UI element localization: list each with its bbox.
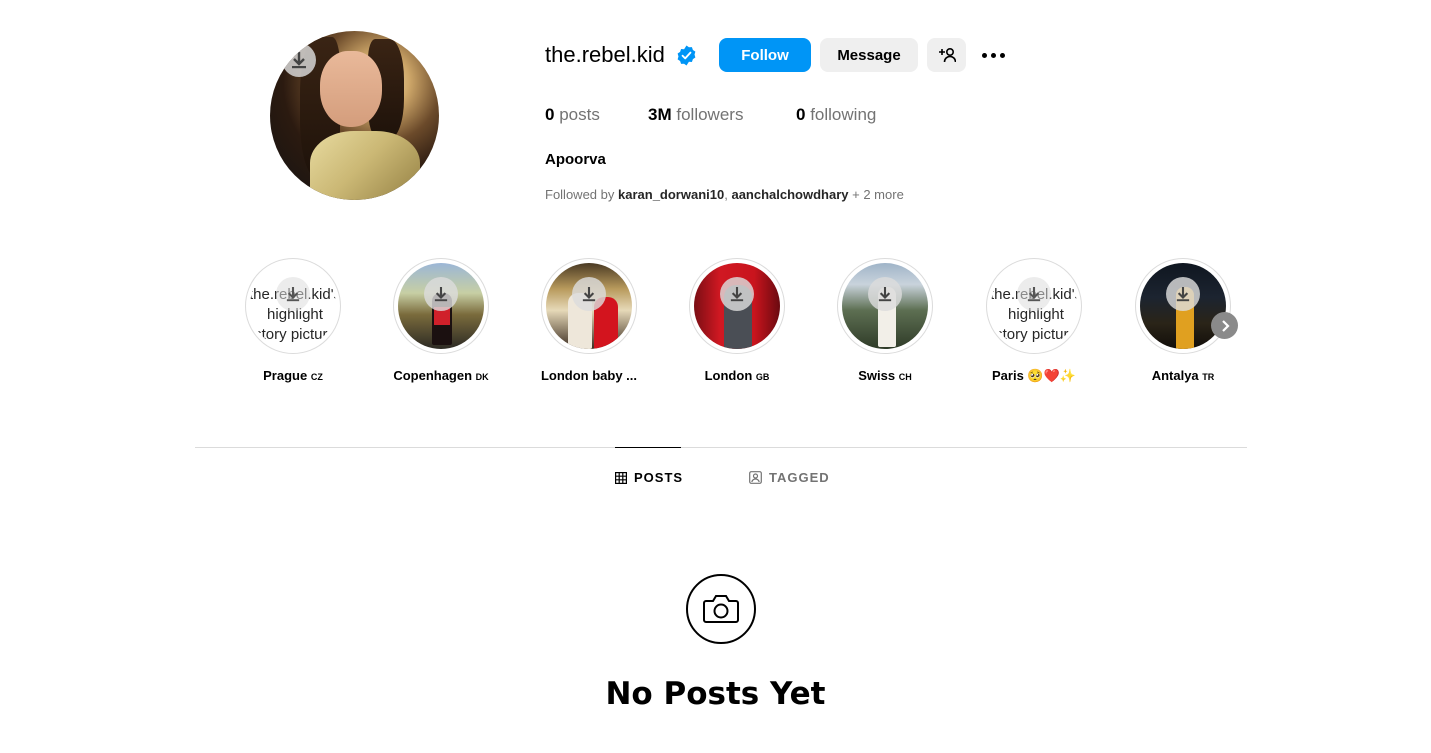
download-icon[interactable] (1017, 277, 1051, 311)
suggest-users-button[interactable] (927, 38, 966, 72)
camera-icon (686, 574, 756, 644)
tagged-icon (749, 471, 762, 484)
profile-avatar[interactable] (270, 31, 439, 200)
download-icon[interactable] (868, 277, 902, 311)
highlights-next-button[interactable] (1211, 312, 1238, 339)
follow-button[interactable]: Follow (719, 38, 811, 72)
verified-badge-icon (677, 45, 696, 66)
tab-posts[interactable]: POSTS (615, 470, 683, 485)
download-icon[interactable] (282, 43, 316, 77)
message-button[interactable]: Message (820, 38, 918, 72)
download-icon[interactable] (424, 277, 458, 311)
add-user-icon (938, 47, 956, 63)
empty-state-title: No Posts Yet (605, 676, 826, 712)
highlight-label: Copenhagen DK (393, 368, 489, 383)
download-icon[interactable] (572, 277, 606, 311)
highlight-label: Swiss CH (858, 368, 912, 383)
download-icon[interactable] (720, 277, 754, 311)
highlight-label: Antalya TR (1151, 368, 1215, 383)
download-icon[interactable] (1166, 277, 1200, 311)
highlight-label: London baby ... (540, 368, 638, 383)
more-options-icon[interactable] (978, 45, 1008, 65)
mutual-follower-link[interactable]: karan_dorwani10 (618, 187, 724, 202)
mutual-follower-link[interactable]: aanchalchowdhary (731, 187, 848, 202)
followed-by[interactable]: Followed by karan_dorwani10, aanchalchow… (545, 187, 904, 202)
tabs-divider (195, 447, 1247, 448)
highlight-label: Paris 🥺❤️✨ (992, 368, 1076, 383)
active-tab-indicator (615, 447, 681, 448)
grid-icon (615, 471, 627, 484)
highlight-label: London GB (704, 368, 770, 383)
download-icon[interactable] (276, 277, 310, 311)
profile-page: the.rebel.kid Follow Message 0 posts 3M … (0, 0, 1431, 753)
full-name: Apoorva (545, 151, 606, 168)
posts-stat: 0 posts (545, 105, 600, 124)
following-stat[interactable]: 0 following (796, 105, 876, 125)
followers-stat[interactable]: 3M followers (648, 105, 743, 125)
username: the.rebel.kid (545, 42, 665, 67)
tab-tagged[interactable]: TAGGED (749, 470, 830, 485)
highlight-label: Prague CZ (263, 368, 323, 383)
chevron-right-icon (1221, 319, 1230, 332)
